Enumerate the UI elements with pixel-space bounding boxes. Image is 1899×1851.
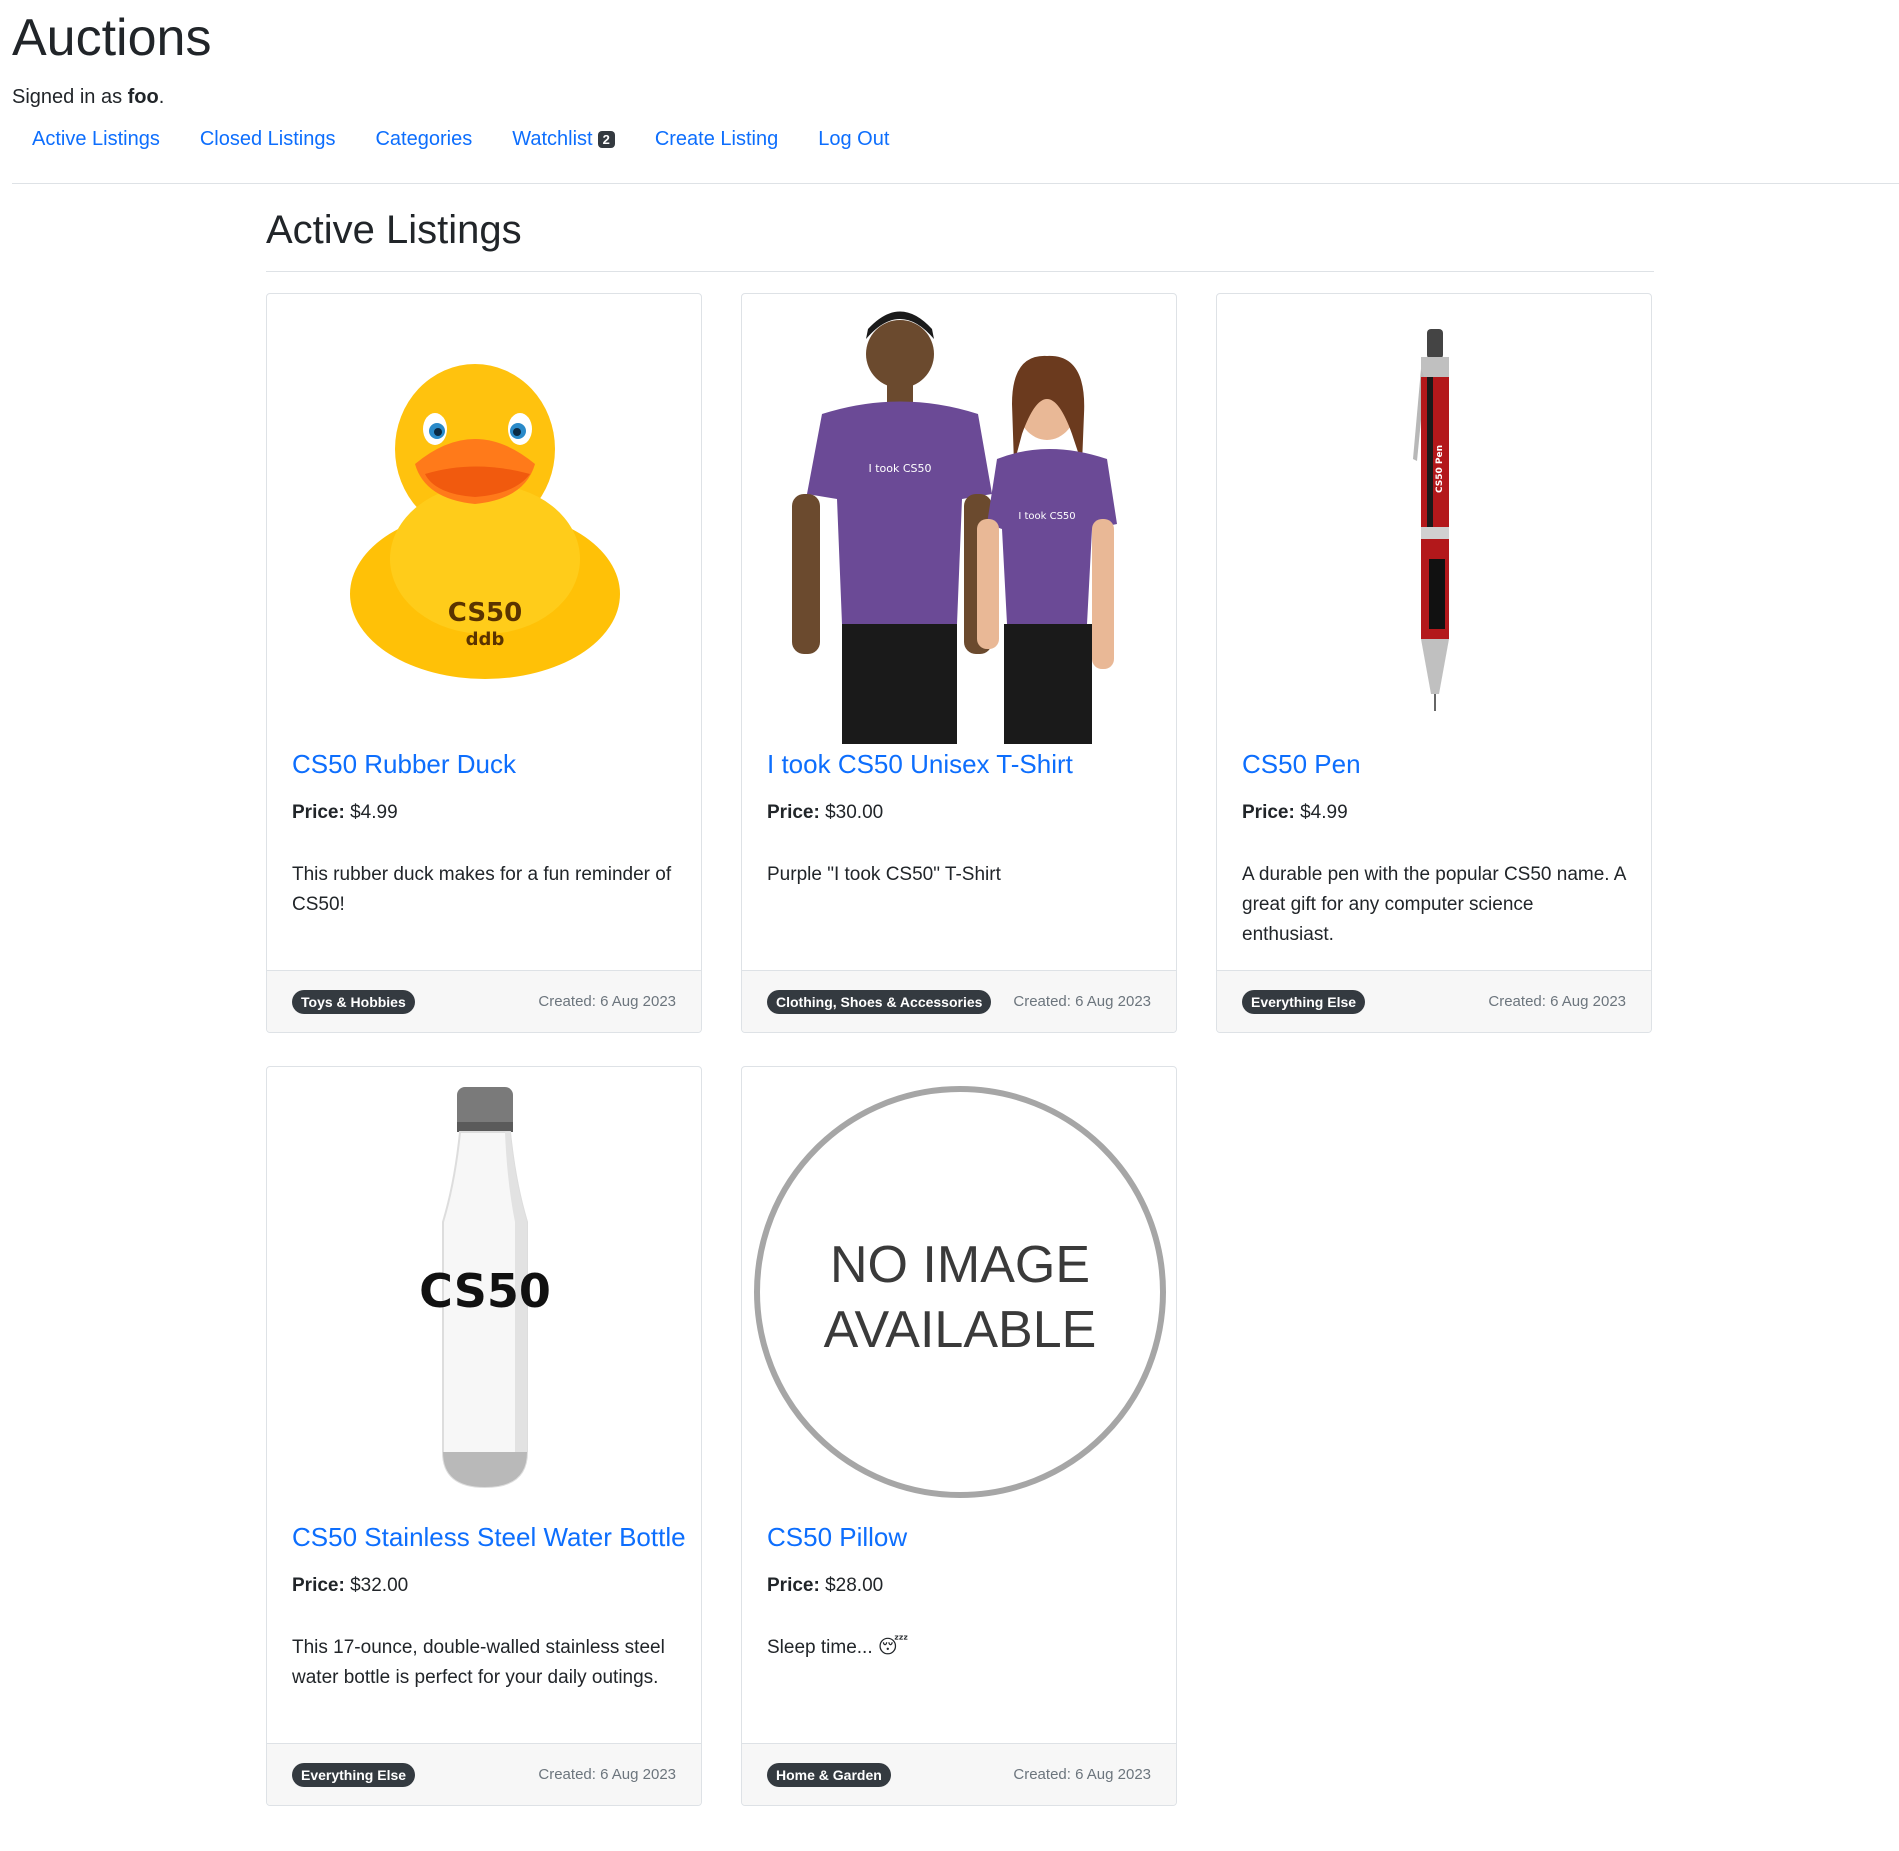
listing-footer: Home & Garden Created: 6 Aug 2023 bbox=[742, 1743, 1176, 1805]
listing-card: NO IMAGE AVAILABLE CS50 Pillow Price: $2… bbox=[741, 1066, 1177, 1806]
svg-text:ddb: ddb bbox=[466, 629, 505, 650]
svg-text:CS50 Pen: CS50 Pen bbox=[1435, 445, 1445, 493]
main-nav: Active Listings Closed Listings Categori… bbox=[12, 124, 909, 155]
listing-card: I took CS50 I took CS50 I took CS50 Unis… bbox=[741, 293, 1177, 1033]
tshirt-models-image[interactable]: I took CS50 I took CS50 bbox=[742, 294, 1176, 744]
created-date: Created: 6 Aug 2023 bbox=[1488, 993, 1626, 1010]
category-badge: Everything Else bbox=[292, 1762, 416, 1787]
title-divider bbox=[266, 271, 1654, 272]
category-badge: Clothing, Shoes & Accessories bbox=[767, 989, 992, 1014]
header-divider bbox=[12, 183, 1899, 184]
category-badge: Toys & Hobbies bbox=[292, 989, 415, 1014]
listing-description: Sleep time... 😴 bbox=[767, 1637, 909, 1658]
listing-price: Price: $4.99 bbox=[1242, 802, 1348, 823]
svg-text:CS50: CS50 bbox=[448, 598, 522, 628]
no-image-placeholder-svg: NO IMAGE AVAILABLE bbox=[754, 1086, 1166, 1498]
svg-text:NO IMAGE: NO IMAGE bbox=[830, 1236, 1090, 1294]
username: foo bbox=[127, 86, 159, 108]
listing-description: This 17-ounce, double-walled stainless s… bbox=[292, 1637, 665, 1688]
created-date: Created: 6 Aug 2023 bbox=[538, 1766, 676, 1783]
created-date: Created: 6 Aug 2023 bbox=[538, 993, 676, 1010]
watchlist-count-badge: 2 bbox=[597, 131, 615, 148]
svg-text:AVAILABLE: AVAILABLE bbox=[824, 1301, 1097, 1359]
listing-title-link[interactable]: CS50 Stainless Steel Water Bottle bbox=[292, 1522, 686, 1553]
nav-watchlist[interactable]: Watchlist 2 bbox=[492, 124, 635, 155]
rubber-duck-image[interactable]: CS50 ddb bbox=[267, 294, 701, 744]
created-date: Created: 6 Aug 2023 bbox=[1013, 1766, 1151, 1783]
created-date: Created: 6 Aug 2023 bbox=[1013, 993, 1151, 1010]
listing-title-link[interactable]: CS50 Pillow bbox=[767, 1522, 907, 1553]
category-badge: Home & Garden bbox=[767, 1762, 891, 1787]
listing-description: Purple "I took CS50" T-Shirt bbox=[767, 864, 1001, 885]
pen-image-svg: CS50 Pen bbox=[1413, 329, 1449, 711]
listing-price: Price: $30.00 bbox=[767, 802, 884, 823]
water-bottle-image-svg: CS50 bbox=[419, 1087, 551, 1489]
nav-log-out[interactable]: Log Out bbox=[798, 124, 909, 155]
rubber-duck-image-svg: CS50 ddb bbox=[350, 364, 620, 679]
nav-active-listings[interactable]: Active Listings bbox=[12, 124, 180, 155]
listing-title-link[interactable]: CS50 Rubber Duck bbox=[292, 749, 516, 780]
pen-image[interactable]: CS50 Pen bbox=[1217, 294, 1651, 744]
listing-footer: Toys & Hobbies Created: 6 Aug 2023 bbox=[267, 970, 701, 1032]
svg-text:I took CS50: I took CS50 bbox=[868, 462, 931, 475]
listing-description: This rubber duck makes for a fun reminde… bbox=[292, 864, 672, 915]
no-image-placeholder[interactable]: NO IMAGE AVAILABLE bbox=[742, 1067, 1176, 1517]
listing-footer: Everything Else Created: 6 Aug 2023 bbox=[1217, 970, 1651, 1032]
nav-closed-listings[interactable]: Closed Listings bbox=[180, 124, 356, 155]
listing-price: Price: $28.00 bbox=[767, 1575, 884, 1596]
listing-card: CS50 ddb CS50 Rubber Duck Price: $4.99 T… bbox=[266, 293, 702, 1033]
listing-title-link[interactable]: I took CS50 Unisex T-Shirt bbox=[767, 749, 1073, 780]
listing-price: Price: $4.99 bbox=[292, 802, 398, 823]
listing-footer: Clothing, Shoes & Accessories Created: 6… bbox=[742, 970, 1176, 1032]
listing-card: CS50 Pen CS50 Pen Price: $4.99 A durable… bbox=[1216, 293, 1652, 1033]
listing-title-link[interactable]: CS50 Pen bbox=[1242, 749, 1361, 780]
listing-description: A durable pen with the popular CS50 name… bbox=[1242, 864, 1626, 945]
tshirt-models-image-svg: I took CS50 I took CS50 bbox=[792, 311, 1117, 744]
nav-create-listing[interactable]: Create Listing bbox=[635, 124, 798, 155]
category-badge: Everything Else bbox=[1242, 989, 1366, 1014]
svg-text:CS50: CS50 bbox=[419, 1264, 551, 1318]
page-title: Active Listings bbox=[266, 208, 522, 252]
signed-in-status: Signed in as foo. bbox=[12, 86, 165, 108]
site-title: Auctions bbox=[12, 9, 212, 67]
listing-price: Price: $32.00 bbox=[292, 1575, 409, 1596]
listing-footer: Everything Else Created: 6 Aug 2023 bbox=[267, 1743, 701, 1805]
svg-text:I took CS50: I took CS50 bbox=[1018, 511, 1075, 522]
water-bottle-image[interactable]: CS50 bbox=[267, 1067, 701, 1517]
nav-categories[interactable]: Categories bbox=[355, 124, 492, 155]
listing-card: CS50 CS50 Stainless Steel Water Bottle P… bbox=[266, 1066, 702, 1806]
